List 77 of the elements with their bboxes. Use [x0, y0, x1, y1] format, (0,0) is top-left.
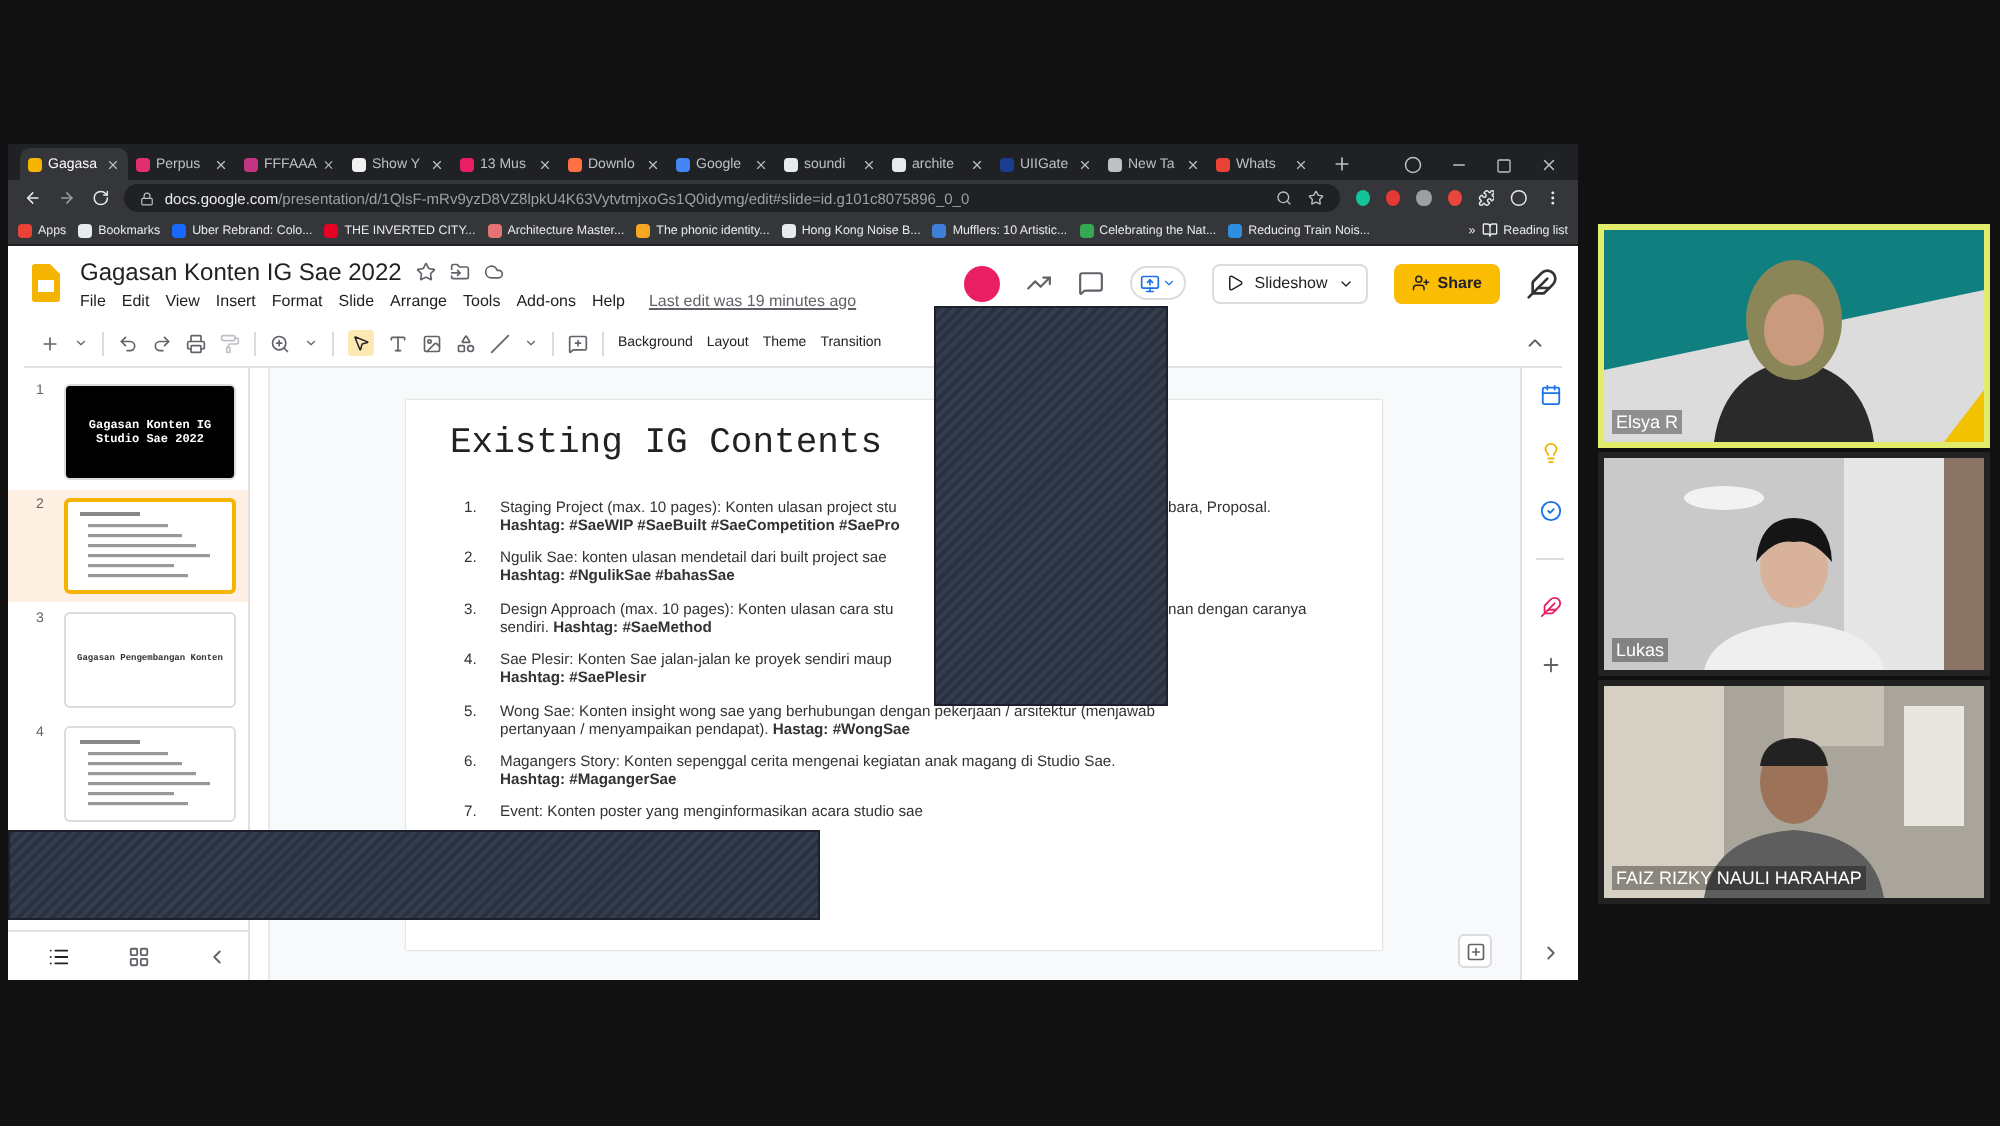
- image-icon[interactable]: [422, 333, 442, 353]
- print-icon[interactable]: [186, 333, 206, 353]
- cursor-icon: [352, 334, 370, 352]
- slideshow-button[interactable]: Slideshow: [1212, 263, 1368, 303]
- close-icon[interactable]: [646, 157, 660, 171]
- menu-item[interactable]: Help: [592, 291, 625, 309]
- slide-thumbnail[interactable]: [64, 498, 236, 594]
- participant-name: FAIZ RIZKY NAULI HARAHAP: [1612, 866, 1866, 890]
- shape-icon[interactable]: [456, 333, 476, 353]
- back-icon[interactable]: [24, 188, 42, 208]
- menu-item[interactable]: Slide: [338, 291, 375, 309]
- user-avatar[interactable]: [964, 265, 1001, 301]
- close-icon[interactable]: [214, 157, 228, 171]
- close-icon[interactable]: [754, 157, 768, 171]
- menu-item[interactable]: Edit: [121, 291, 150, 309]
- forward-icon[interactable]: [57, 188, 76, 208]
- puzzle-icon[interactable]: [1477, 188, 1495, 208]
- comment-icon[interactable]: [1078, 270, 1105, 296]
- explore-icon: [1465, 941, 1485, 961]
- redo-icon[interactable]: [152, 333, 172, 353]
- close-icon[interactable]: [538, 157, 552, 171]
- menu-item[interactable]: Insert: [215, 291, 256, 309]
- new-slide-icon[interactable]: [40, 333, 60, 353]
- new-tab-icon[interactable]: [1332, 154, 1352, 174]
- close-icon[interactable]: [1186, 157, 1200, 171]
- caret-icon[interactable]: [304, 336, 318, 350]
- close-icon[interactable]: [106, 157, 120, 171]
- zoom-icon[interactable]: [270, 333, 290, 353]
- text-box-icon[interactable]: [388, 333, 408, 353]
- select-tool[interactable]: [348, 330, 374, 356]
- menu-item[interactable]: Add-ons: [516, 291, 576, 309]
- menu-item[interactable]: File: [80, 291, 106, 309]
- list-view-icon[interactable]: [48, 945, 70, 967]
- book-icon: [1481, 222, 1498, 238]
- lock-icon: [140, 191, 155, 205]
- grid-view-icon[interactable]: [127, 945, 149, 967]
- close-icon[interactable]: [1294, 157, 1308, 171]
- close-icon[interactable]: [1078, 157, 1092, 171]
- share-button[interactable]: Share: [1393, 263, 1500, 303]
- menu-item[interactable]: View: [165, 291, 200, 309]
- present-icon: [1140, 273, 1161, 293]
- participant-name: Lukas: [1612, 638, 1669, 662]
- play-icon: [1226, 274, 1245, 292]
- add-icon[interactable]: [1539, 654, 1561, 676]
- profile-icon[interactable]: [1404, 156, 1422, 174]
- close-icon[interactable]: [322, 157, 336, 171]
- caret-icon: [1162, 276, 1177, 290]
- participant-name: Elsya R: [1612, 410, 1683, 434]
- slide-title: Existing IG Contents: [450, 424, 885, 464]
- last-edit-link[interactable]: Last edit was 19 minutes ago: [648, 291, 857, 309]
- feather-icon[interactable]: [1539, 596, 1561, 618]
- maximize-icon[interactable]: [1496, 157, 1512, 173]
- caret-icon[interactable]: [74, 336, 88, 350]
- person-icon: [1411, 274, 1430, 292]
- menu-item[interactable]: Arrange: [390, 291, 448, 309]
- present-button[interactable]: [1130, 266, 1187, 300]
- explore-button[interactable]: [1458, 934, 1492, 968]
- caret-icon[interactable]: [524, 336, 538, 350]
- slide-thumbnail[interactable]: [64, 726, 236, 822]
- menu-item[interactable]: Tools: [463, 291, 501, 309]
- close-icon[interactable]: [970, 157, 984, 171]
- add-comment-icon[interactable]: [568, 333, 588, 353]
- reload-icon[interactable]: [91, 188, 109, 208]
- zoom-icon[interactable]: [1276, 190, 1293, 206]
- document-title[interactable]: Gagasan Konten IG Sae 2022: [80, 257, 402, 285]
- star-icon[interactable]: [1308, 190, 1325, 206]
- undo-icon[interactable]: [118, 333, 138, 353]
- star-icon[interactable]: [415, 261, 436, 281]
- menu-item[interactable]: Format: [271, 291, 323, 309]
- calendar-icon[interactable]: [1539, 384, 1561, 406]
- close-icon[interactable]: [862, 157, 876, 171]
- tasks-icon[interactable]: [1539, 500, 1561, 522]
- close-icon[interactable]: [430, 157, 444, 171]
- folder-icon[interactable]: [449, 261, 470, 281]
- cloud-icon[interactable]: [483, 261, 504, 281]
- line-icon[interactable]: [490, 333, 510, 353]
- close-icon[interactable]: [1540, 156, 1558, 174]
